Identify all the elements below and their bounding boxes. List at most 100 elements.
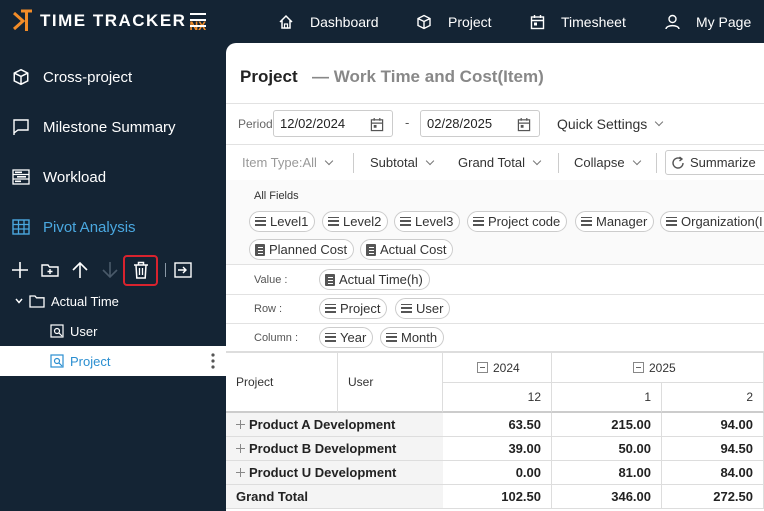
item-type-label: Item Type:All xyxy=(242,155,317,170)
chevron-down-icon xyxy=(532,156,542,165)
page-subtitle: — Work Time and Cost(Item) xyxy=(312,67,544,86)
quick-settings-label: Quick Settings xyxy=(557,116,648,132)
tree-item-label: User xyxy=(70,323,98,339)
header-month: 12 xyxy=(443,383,552,413)
table-cell: 94.00 xyxy=(662,413,764,437)
field-chip[interactable]: Planned Cost xyxy=(249,239,355,260)
field-chip[interactable]: Level3 xyxy=(394,211,461,232)
sidebar-item-milestone-summary[interactable]: Milestone Summary xyxy=(0,102,226,152)
grand-total-dropdown[interactable]: Grand Total xyxy=(458,155,542,170)
header-month: 2 xyxy=(662,383,764,413)
calendar-icon[interactable] xyxy=(370,117,384,132)
field-chip-label: Project code xyxy=(488,214,561,229)
table-cell: 81.00 xyxy=(552,461,662,485)
collapse-label: Collapse xyxy=(574,155,625,170)
nav-timesheet-label: Timesheet xyxy=(561,13,626,30)
divider xyxy=(226,144,764,145)
row-chip[interactable]: User xyxy=(395,298,451,319)
sidebar: Cross-project Milestone Summary Workload… xyxy=(0,43,226,511)
nav-my-page-label: My Page xyxy=(696,13,752,30)
expand-icon[interactable] xyxy=(236,468,245,477)
year-label: 2025 xyxy=(649,360,676,375)
column-chip[interactable]: Month xyxy=(380,327,445,348)
period-separator: - xyxy=(405,115,410,130)
export-icon[interactable] xyxy=(173,260,193,280)
add-icon[interactable] xyxy=(10,260,30,280)
add-folder-icon[interactable] xyxy=(40,260,60,280)
header-year-2024[interactable]: 2024 xyxy=(443,353,552,383)
list-icon xyxy=(666,216,677,227)
expand-icon[interactable] xyxy=(236,420,245,429)
list-icon xyxy=(328,216,339,227)
sidebar-item-workload[interactable]: Workload xyxy=(0,152,226,202)
field-chip[interactable]: Level2 xyxy=(322,211,389,232)
divider xyxy=(226,323,764,324)
nav-project[interactable]: Project xyxy=(416,0,492,43)
tree-folder-actual-time[interactable]: Actual Time xyxy=(0,286,226,316)
menu-toggle-icon[interactable] xyxy=(190,13,206,27)
table-cell: 0.00 xyxy=(443,461,552,485)
subtotal-label: Subtotal xyxy=(370,155,418,170)
refresh-icon xyxy=(672,155,684,169)
calendar-icon[interactable] xyxy=(517,117,531,132)
quick-settings-dropdown[interactable]: Quick Settings xyxy=(557,116,664,132)
year-label: 2024 xyxy=(493,360,520,375)
summarize-button[interactable]: Summarize xyxy=(665,150,764,175)
sidebar-item-pivot-analysis[interactable]: Pivot Analysis xyxy=(0,202,226,252)
divider xyxy=(226,264,764,265)
sidebar-item-cross-project[interactable]: Cross-project xyxy=(0,52,226,102)
header-year-2025[interactable]: 2025 xyxy=(552,353,764,383)
grand-total-cell: 102.50 xyxy=(443,485,552,509)
collapse-dropdown[interactable]: Collapse xyxy=(574,155,641,170)
trash-icon[interactable] xyxy=(131,260,151,280)
field-chip-label: Level1 xyxy=(270,214,309,229)
list-icon xyxy=(325,332,336,343)
collapse-icon[interactable] xyxy=(633,362,644,373)
nav-dashboard[interactable]: Dashboard xyxy=(278,0,379,43)
field-chip[interactable]: Organization(I xyxy=(660,211,764,232)
table-cell: 63.50 xyxy=(443,413,552,437)
period-from-value: 12/02/2024 xyxy=(280,116,346,131)
period-to-input[interactable]: 02/28/2025 xyxy=(420,110,540,137)
cube-icon xyxy=(13,68,29,86)
field-chip[interactable]: Actual Cost xyxy=(360,239,454,260)
app-logo[interactable]: TIME TRACKER NX xyxy=(12,9,206,33)
move-up-icon[interactable] xyxy=(70,260,90,280)
tree-item-project[interactable]: Project xyxy=(0,346,226,376)
nav-dashboard-label: Dashboard xyxy=(310,13,379,30)
sidebar-item-label: Pivot Analysis xyxy=(43,218,136,236)
nav-my-page[interactable]: My Page xyxy=(665,0,751,43)
collapse-icon[interactable] xyxy=(477,362,488,373)
list-icon xyxy=(255,216,266,227)
chevron-down-icon xyxy=(15,298,23,304)
nav-timesheet[interactable]: Timesheet xyxy=(530,0,626,43)
field-chip[interactable]: Manager xyxy=(575,211,655,232)
column-chip[interactable]: Year xyxy=(319,327,374,348)
user-icon xyxy=(665,14,680,29)
all-fields-label: All Fields xyxy=(254,190,299,202)
item-type-dropdown[interactable]: Item Type:All xyxy=(242,155,334,170)
column-zone-label: Column : xyxy=(254,332,299,344)
folder-icon xyxy=(29,295,45,308)
table-row-label[interactable]: Product B Development xyxy=(226,437,443,461)
row-chip[interactable]: Project xyxy=(319,298,388,319)
field-chip[interactable]: Project code xyxy=(467,211,568,232)
more-vertical-icon[interactable] xyxy=(210,353,216,369)
main-panel: Project — Work Time and Cost(Item) Perio… xyxy=(226,43,764,511)
row-chip-label: Project xyxy=(340,301,381,316)
field-chip-label: Organization(I xyxy=(681,214,763,229)
column-chip-label: Month xyxy=(401,330,438,345)
table-cell: 215.00 xyxy=(552,413,662,437)
pivot-toolbar xyxy=(0,254,226,286)
tree-item-user[interactable]: User xyxy=(0,316,226,346)
expand-icon[interactable] xyxy=(236,444,245,453)
flag-icon xyxy=(13,119,29,135)
value-chip[interactable]: Actual Time(h) xyxy=(319,269,430,290)
table-row-label[interactable]: Product A Development xyxy=(226,413,443,437)
period-from-input[interactable]: 12/02/2024 xyxy=(273,110,393,137)
value-chip-label: Actual Time(h) xyxy=(339,272,423,287)
table-row-label[interactable]: Product U Development xyxy=(226,461,443,485)
subtotal-dropdown[interactable]: Subtotal xyxy=(370,155,434,170)
field-chip[interactable]: Level1 xyxy=(249,211,316,232)
document-icon xyxy=(366,243,376,256)
